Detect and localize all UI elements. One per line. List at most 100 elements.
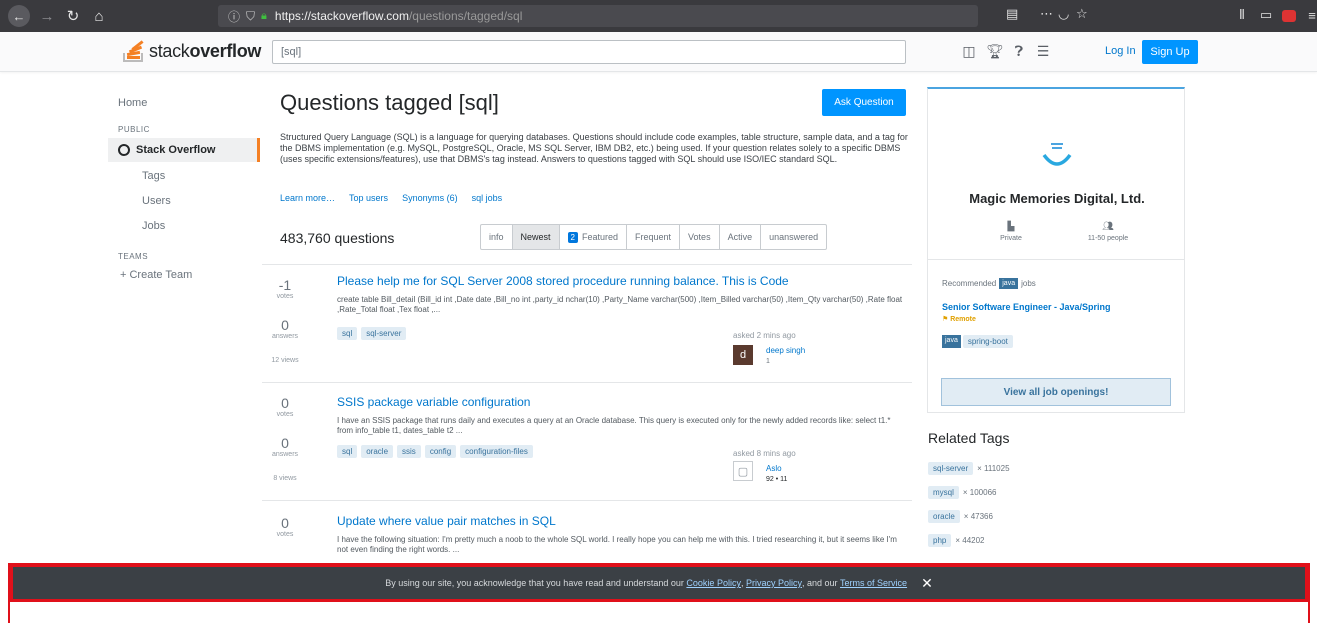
close-icon[interactable]: ✕	[921, 575, 933, 592]
company-name[interactable]: Magic Memories Digital, Ltd.	[928, 191, 1186, 206]
reader-view-icon[interactable]: ▤	[1006, 6, 1018, 22]
ask-question-button[interactable]: Ask Question	[822, 89, 906, 116]
job-tags: java spring-boot	[942, 335, 1013, 348]
tag-sql-server[interactable]: sql-server	[361, 327, 407, 340]
sort-tabs: info Newest 2 Featured Frequent Votes Act…	[480, 224, 828, 250]
login-link[interactable]: Log In	[1105, 45, 1136, 57]
question-title-link[interactable]: Please help me for SQL Server 2008 store…	[337, 274, 789, 288]
search-input[interactable]: [sql]	[272, 40, 906, 64]
question-tags: sql sql-server	[337, 327, 407, 340]
tag-sql[interactable]: sql	[337, 327, 358, 340]
pocket-icon[interactable]: ◡	[1058, 6, 1069, 22]
question-title-link[interactable]: SSIS package variable configuration	[337, 395, 530, 409]
browser-toolbar: ← → ↻ ⌂ ⓘ ⛉ 🔒︎ https://stackoverflow.com…	[0, 0, 1317, 32]
company-logo	[1042, 143, 1072, 166]
menu-icon[interactable]: ≡	[1302, 5, 1317, 25]
reload-icon[interactable]: ↻	[60, 3, 86, 29]
question-summary: -1 votes 0 answers 12 views Please help …	[262, 264, 912, 382]
bounty-count-badge: 2	[567, 231, 578, 243]
view-count: 12 views	[271, 357, 299, 364]
tag-sql[interactable]: sql	[337, 445, 358, 458]
learn-more-link[interactable]: Learn more…	[280, 193, 335, 203]
top-users-link[interactable]: Top users	[349, 193, 388, 203]
sidebar-icon[interactable]: ▭	[1256, 5, 1276, 25]
back-arrow-icon[interactable]: ←	[8, 5, 30, 27]
tag-sql-server[interactable]: sql-server	[928, 462, 974, 475]
signup-button[interactable]: Sign Up	[1142, 40, 1198, 64]
tag-configuration-files[interactable]: configuration-files	[460, 445, 533, 458]
user-link[interactable]: Aslo	[766, 464, 782, 473]
privacy-policy-link[interactable]: Privacy Policy	[746, 578, 802, 588]
url-host: https://stackoverflow.com	[274, 9, 409, 23]
tab-info[interactable]: info	[481, 225, 513, 249]
terms-of-service-link[interactable]: Terms of Service	[840, 578, 907, 588]
user-reputation: 92 • 11	[766, 476, 788, 483]
nav-home[interactable]: Home	[118, 97, 147, 109]
site-header: stackoverflow [sql] ◫ 🏆︎ ❓︎ ☰ Log In Sig…	[0, 32, 1317, 72]
tab-votes[interactable]: Votes	[680, 225, 720, 249]
achievements-trophy-icon[interactable]: 🏆︎	[986, 42, 1004, 60]
view-all-jobs-button[interactable]: View all job openings!	[941, 378, 1171, 406]
home-icon[interactable]: ⌂	[86, 3, 112, 29]
question-summary: 0 votes Update where value pair matches …	[262, 500, 912, 563]
shield-icon[interactable]: ⛉	[246, 9, 255, 24]
site-logo[interactable]: stackoverflow	[123, 39, 261, 63]
tag-mysql[interactable]: mysql	[928, 486, 959, 499]
tab-frequent[interactable]: Frequent	[627, 225, 681, 249]
nav-section-teams: TEAMS	[118, 252, 149, 261]
tab-active[interactable]: Active	[720, 225, 762, 249]
cookie-policy-link[interactable]: Cookie Policy	[686, 578, 741, 588]
tag-description: Structured Query Language (SQL) is a lan…	[280, 132, 908, 164]
question-title-link[interactable]: Update where value pair matches in SQL	[337, 514, 556, 528]
company-card: Magic Memories Digital, Ltd. ▙ Private 👥…	[927, 87, 1185, 413]
sql-jobs-link[interactable]: sql jobs	[472, 193, 503, 203]
avatar[interactable]: ▢	[733, 461, 753, 481]
avatar[interactable]: d	[733, 345, 753, 365]
address-bar[interactable]: ⓘ ⛉ 🔒︎ https://stackoverflow.com /questi…	[218, 5, 978, 27]
job-title-link[interactable]: Senior Software Engineer - Java/Spring	[942, 302, 1111, 312]
user-link[interactable]: deep singh	[766, 346, 805, 355]
tag-spring-boot[interactable]: spring-boot	[962, 335, 1013, 348]
related-tag-item: oracle × 47366	[928, 510, 993, 523]
vote-count: -1 votes	[276, 277, 294, 300]
nav-tags[interactable]: Tags	[142, 170, 165, 182]
view-count: 8 views	[273, 475, 297, 482]
extension-icon[interactable]	[1282, 10, 1296, 22]
related-tag-item: sql-server × 111025	[928, 462, 1010, 475]
answer-count: 0 answers	[271, 317, 299, 340]
create-team-link[interactable]: + Create Team	[120, 269, 192, 281]
lock-icon: 🔒︎	[261, 9, 267, 22]
library-icon[interactable]: ⫴	[1232, 5, 1252, 25]
tag-php[interactable]: php	[928, 534, 952, 547]
question-tags: sql oracle ssis config configuration-fil…	[337, 445, 533, 458]
nav-jobs[interactable]: Jobs	[142, 220, 165, 232]
left-sidebar: Home PUBLIC Stack Overflow Tags Users Jo…	[108, 72, 260, 572]
tab-unanswered[interactable]: unanswered	[761, 225, 826, 249]
nav-users[interactable]: Users	[142, 195, 171, 207]
globe-icon	[118, 144, 130, 156]
tag-java[interactable]: java	[999, 278, 1019, 289]
related-tags-heading: Related Tags	[928, 430, 1010, 446]
company-type: ▙ Private	[981, 221, 1041, 242]
bookmark-star-icon[interactable]: ☆	[1076, 6, 1088, 22]
forward-arrow-icon[interactable]: →	[34, 3, 60, 29]
cookie-banner: By using our site, you acknowledge that …	[10, 565, 1308, 602]
tab-featured[interactable]: 2 Featured	[560, 225, 628, 249]
vote-count: 0 votes	[276, 395, 294, 418]
tag-config[interactable]: config	[424, 445, 457, 458]
synonyms-link[interactable]: Synonyms (6)	[402, 193, 458, 203]
help-icon[interactable]: ❓︎	[1010, 42, 1028, 60]
site-info-icon[interactable]: ⓘ	[228, 8, 240, 25]
asked-time: asked 8 mins ago	[733, 449, 796, 458]
tag-java[interactable]: java	[942, 335, 961, 348]
tag-ssis[interactable]: ssis	[397, 445, 421, 458]
page-actions-icon[interactable]: ⋯	[1040, 6, 1053, 22]
question-excerpt: I have an SSIS package that runs daily a…	[337, 416, 891, 435]
inbox-icon[interactable]: ◫	[960, 42, 978, 60]
site-switcher-icon[interactable]: ☰	[1034, 42, 1052, 60]
user-reputation: 1	[766, 358, 770, 365]
tag-oracle[interactable]: oracle	[361, 445, 394, 458]
tag-oracle[interactable]: oracle	[928, 510, 960, 523]
tab-newest[interactable]: Newest	[512, 225, 560, 249]
nav-stack-overflow[interactable]: Stack Overflow	[108, 138, 260, 162]
